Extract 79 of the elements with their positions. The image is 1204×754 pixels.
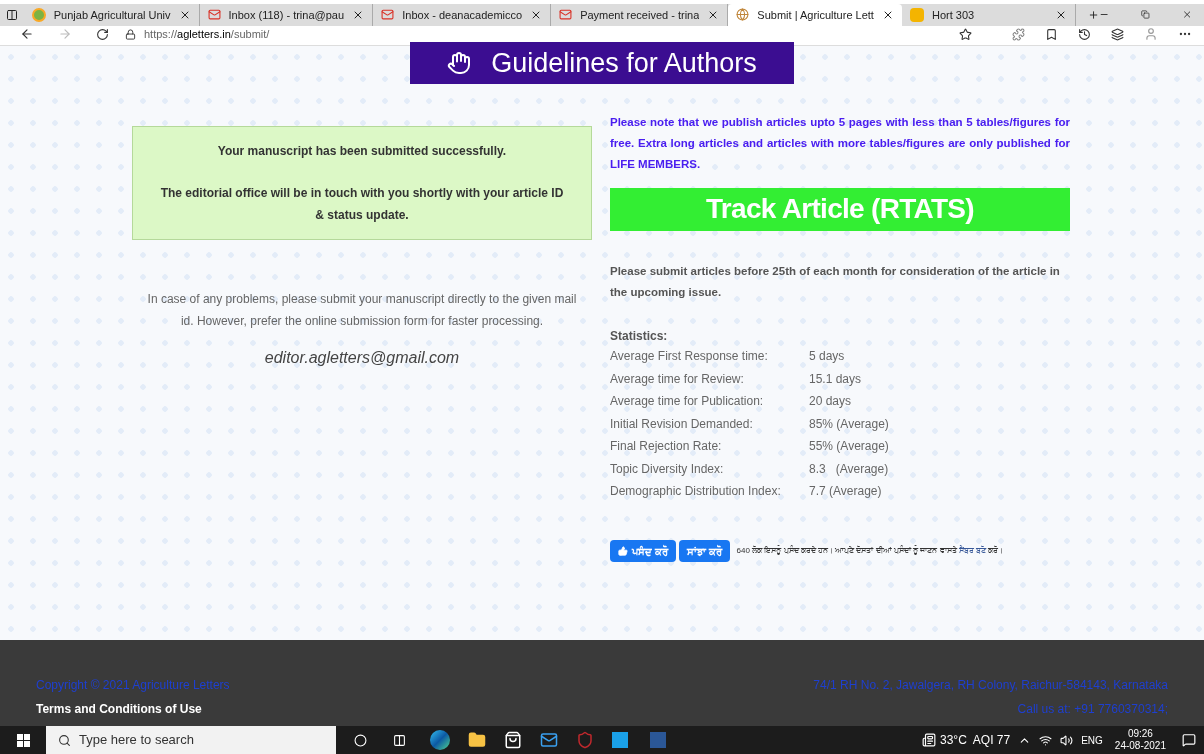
time-text: 09:26 — [1127, 728, 1153, 741]
tab-title: Submit | Agriculture Lett — [757, 7, 874, 23]
tab-title: Punjab Agricultural Univ — [53, 7, 171, 23]
statistic-label: Topic Diversity Index: — [610, 460, 725, 478]
likes-text: 640 ਲੋਕ ਇਸਨੂੰ ਪਸੰਦ ਕਰਦੇ ਹਨ। ਆਪਣੇ ਦੋਸਤਾਂ ਦੀਆਂ ਪਸੰਦਾਂ ਨੂੰ ਜਾਣਨ ਵਾਸਤੇ ਸੈਂਬਰ ਬਣੋ ਕਰੋ। — [736, 545, 1004, 558]
network-icon[interactable] — [1039, 733, 1053, 747]
problems-note: In case of any problems, please submit your manuscript directly to the given mail id. However, prefer the online submission form for faster processing. — [146, 290, 578, 330]
pages-note: Please note that we publish articles upto 5 pages with less than 5 tables/figures for free. Extra long articles and articles with more tables/figures are only published for LIFE MEMBERS. — [610, 114, 1070, 172]
edge-icon[interactable] — [430, 730, 450, 751]
statistic-value: 8.3 (Average) — [809, 460, 889, 478]
news-icon[interactable] — [922, 733, 936, 748]
language-text[interactable]: ENG — [1081, 732, 1103, 748]
app-icon[interactable] — [612, 732, 628, 749]
statistic-label: Average time for Review: — [610, 370, 745, 388]
statistic-value: 5 days — [809, 348, 845, 366]
editorial-message: The editorial office will be in touch with you shortly with your article ID & status update. — [159, 184, 565, 224]
statistic-value: 85% (Average) — [809, 415, 889, 433]
hand-icon — [447, 50, 472, 75]
favorite-icon[interactable] — [959, 27, 972, 41]
terms-link[interactable]: Terms and Conditions of Use — [36, 700, 230, 719]
lock-icon — [125, 28, 136, 40]
deadline-note: Please submit articles before 25th of each month for consideration of the article in the upcoming issue. — [610, 263, 1061, 300]
browser-tab[interactable]: Hort 303 — [901, 4, 1076, 26]
browser-tab[interactable]: Inbox - deanacademicco — [373, 4, 552, 26]
signup-link[interactable]: ਸੈਂਬਰ ਬਣੋ — [958, 546, 987, 556]
statistic-value: 15.1 days — [809, 370, 862, 388]
statistic-label: Average time for Publication: — [610, 393, 765, 411]
seal-icon — [31, 7, 46, 22]
mail-icon[interactable] — [540, 731, 558, 750]
statistic-value: 7.7 (Average) — [809, 483, 882, 501]
shield-icon[interactable] — [576, 731, 594, 750]
mail-icon — [381, 8, 395, 22]
cortana-icon[interactable] — [354, 733, 367, 747]
url-text: https://agletters.in/submit/ — [144, 27, 270, 43]
notification-icon[interactable] — [1182, 733, 1196, 748]
search-icon — [58, 733, 71, 747]
refresh-icon[interactable] — [96, 27, 109, 41]
tab-title: Inbox (118) - trina@pau — [228, 7, 345, 23]
phone-text: Call us at: +91 7760370314; — [1017, 701, 1168, 719]
mail-icon — [207, 8, 221, 22]
history-icon[interactable] — [1078, 27, 1091, 41]
statistic-label: Final Rejection Rate: — [610, 438, 723, 456]
weather-text[interactable]: 33°C AQI 77 — [940, 731, 1011, 750]
clock[interactable]: 09:26 24-08-2021 — [1114, 728, 1166, 753]
volume-icon[interactable] — [1060, 733, 1074, 747]
slides-icon — [909, 7, 924, 22]
restore-icon[interactable] — [1141, 9, 1150, 21]
browser-tab[interactable]: Submit | Agriculture Lett — [728, 4, 902, 26]
address-text: 74/1 RH No. 2, Jawalgera, RH Colony, Raichur-584143, Karnataka — [813, 677, 1168, 695]
like-button[interactable]: ਪਸੰਦ ਕਰੋ — [610, 540, 676, 563]
mail-icon — [559, 8, 573, 22]
statistic-label: Average First Response time: — [610, 348, 769, 366]
share-button[interactable]: ਸਾਂਝਾ ਕਰੋ — [678, 540, 730, 563]
favorites-icon[interactable] — [1045, 27, 1058, 41]
task-view-icon[interactable] — [393, 733, 406, 747]
email-text: editor.agletters@gmail.com — [264, 347, 460, 368]
browser-tab[interactable]: Punjab Agricultural Univ — [23, 4, 200, 26]
guidelines-button[interactable]: Guidelines for Authors — [410, 41, 794, 84]
tab-title: Payment received - trina — [580, 7, 700, 23]
statistic-label: Initial Revision Demanded: — [610, 415, 754, 433]
globe-icon — [736, 8, 750, 22]
store-icon[interactable] — [504, 731, 522, 750]
address-bar[interactable]: https://agletters.in/submit/ — [125, 26, 996, 43]
statistic-value: 20 days — [809, 393, 852, 411]
date-text: 24-08-2021 — [1114, 740, 1166, 753]
tab-title: Inbox - deanacademicco — [402, 7, 523, 23]
copyright-text: Copyright © 2021 Agriculture Letters — [36, 677, 230, 695]
extension-icon[interactable] — [1012, 27, 1025, 41]
thumbs-up-icon — [618, 546, 628, 557]
browser-tab[interactable]: Inbox (118) - trina@pau — [199, 4, 374, 26]
taskbar-search-field[interactable]: Type here to search — [46, 726, 336, 754]
collections-icon[interactable] — [1111, 27, 1124, 41]
success-message: Your manuscript has been submitted successfully. — [217, 142, 507, 160]
statistic-label: Demographic Distribution Index: — [610, 483, 782, 501]
statistics-title: Statistics: — [610, 327, 669, 345]
tab-title: Hort 303 — [931, 7, 976, 23]
statistic-value: 55% (Average) — [809, 438, 889, 456]
search-placeholder: Type here to search — [79, 731, 194, 750]
folder-icon[interactable] — [468, 731, 486, 750]
